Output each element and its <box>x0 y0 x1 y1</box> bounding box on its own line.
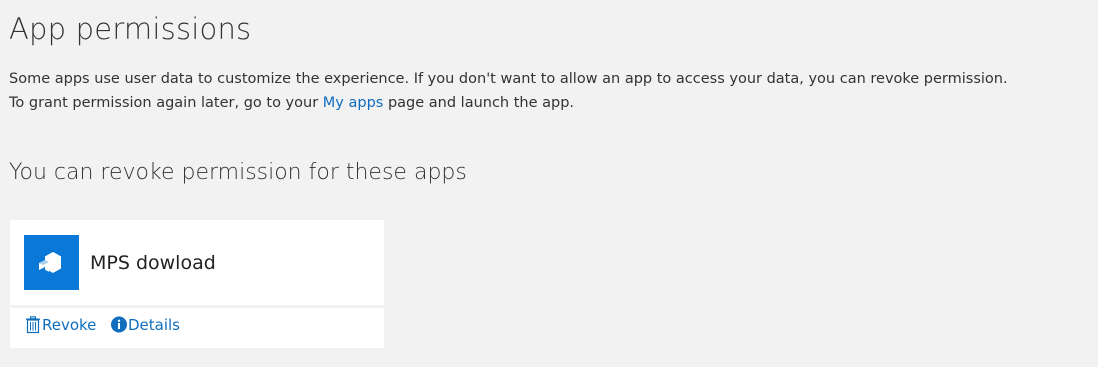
info-icon <box>110 316 128 334</box>
app-tile-icon <box>24 235 79 290</box>
details-label: Details <box>128 316 181 334</box>
description-line-2-start: To grant permission again later, go to y… <box>9 95 323 111</box>
page-title: App permissions <box>9 12 252 46</box>
revoke-button[interactable]: Revoke <box>24 316 96 334</box>
app-name: MPS dowload <box>90 252 216 274</box>
revoke-label: Revoke <box>42 316 97 334</box>
app-card: MPS dowload Revoke Details <box>10 220 384 348</box>
app-card-header: MPS dowload <box>10 220 384 305</box>
section-title: You can revoke permission for these apps <box>9 160 467 185</box>
description-line-2-end: page and launch the app. <box>383 95 575 111</box>
details-button[interactable]: Details <box>110 316 180 334</box>
app-card-actions: Revoke Details <box>10 308 384 348</box>
description-line-2: To grant permission again later, go to y… <box>9 91 1094 115</box>
trash-icon <box>24 316 42 334</box>
my-apps-link[interactable]: My apps <box>323 95 384 111</box>
page-description: Some apps use user data to customize the… <box>9 67 1094 115</box>
description-line-1: Some apps use user data to customize the… <box>9 71 1008 87</box>
